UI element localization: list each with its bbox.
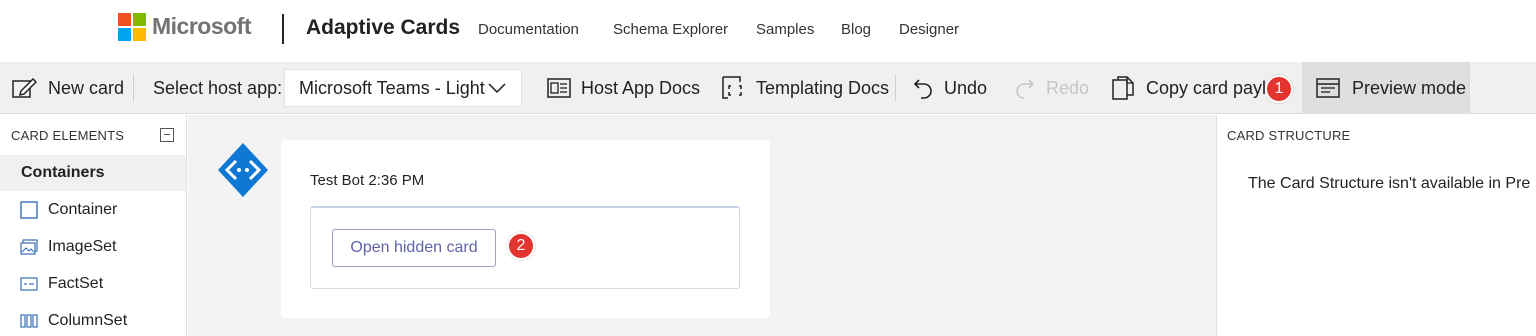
preview-mode-button[interactable]: Preview mode <box>1302 62 1470 114</box>
chevron-down-icon <box>488 83 506 94</box>
template-icon <box>722 76 742 99</box>
nav-link-blog[interactable]: Blog <box>841 21 871 38</box>
nav-link-documentation[interactable]: Documentation <box>478 21 579 38</box>
card-structure-title: CARD STRUCTURE <box>1227 128 1351 143</box>
edit-icon <box>12 77 38 98</box>
element-label: FactSet <box>48 275 104 292</box>
element-label: Container <box>48 201 118 218</box>
host-app-docs-label: Host App Docs <box>581 77 701 98</box>
microsoft-logo-icon[interactable] <box>118 13 146 41</box>
new-card-label: New card <box>48 77 125 98</box>
element-label: ColumnSet <box>48 312 128 329</box>
element-imageset[interactable]: ImageSet <box>0 229 186 265</box>
nav-link-samples[interactable]: Samples <box>756 21 814 38</box>
templating-docs-label: Templating Docs <box>756 77 890 98</box>
step-marker-1: 1 <box>1265 75 1293 103</box>
card-sender: Test Bot 2:36 PM <box>310 172 425 189</box>
site-title[interactable]: Adaptive Cards <box>306 16 460 40</box>
toolbar-separator <box>895 74 896 102</box>
copy-icon <box>1112 76 1134 100</box>
bot-avatar-icon <box>218 143 268 197</box>
host-app-value: Microsoft Teams - Light <box>299 77 485 98</box>
card-structure-message: The Card Structure isn't available in Pr… <box>1248 175 1531 192</box>
host-app-select[interactable]: Microsoft Teams - Light <box>284 69 522 107</box>
preview-mode-label: Preview mode <box>1352 77 1467 98</box>
docs-icon <box>547 78 571 98</box>
redo-label: Redo <box>1046 77 1090 98</box>
step-marker-2: 2 <box>507 232 535 260</box>
card-elements-title: CARD ELEMENTS <box>11 128 125 143</box>
card-structure-panel: CARD STRUCTURE The Card Structure isn't … <box>1216 115 1536 336</box>
copy-card-payload-button[interactable]: Copy card paylo <box>1112 62 1276 114</box>
container-icon <box>20 201 38 219</box>
nav-divider <box>282 14 284 44</box>
open-hidden-card-button[interactable]: Open hidden card <box>332 229 496 267</box>
columnset-icon <box>20 314 38 328</box>
card-elements-panel: CARD ELEMENTS Containers Container Image… <box>0 115 187 336</box>
redo-icon <box>1016 79 1035 99</box>
microsoft-brand[interactable]: Microsoft <box>152 13 252 40</box>
factset-icon <box>20 277 38 291</box>
undo-button[interactable]: Undo <box>912 62 987 114</box>
element-columnset[interactable]: ColumnSet <box>0 303 186 336</box>
undo-label: Undo <box>944 77 988 98</box>
top-nav: Microsoft Adaptive Cards Documentation S… <box>0 0 1536 60</box>
collapse-icon[interactable] <box>160 128 174 142</box>
nav-link-schema-explorer[interactable]: Schema Explorer <box>613 21 728 38</box>
nav-link-designer[interactable]: Designer <box>899 21 959 38</box>
preview-icon <box>1316 78 1340 98</box>
toolbar: New card Select host app: Microsoft Team… <box>0 62 1536 114</box>
redo-button[interactable]: Redo <box>1014 62 1089 114</box>
copy-card-payload-label: Copy card paylo <box>1146 77 1277 98</box>
new-card-button[interactable]: New card <box>12 62 124 114</box>
toolbar-separator <box>133 74 134 102</box>
select-host-label: Select host app: <box>153 77 283 98</box>
element-label: ImageSet <box>48 238 117 255</box>
category-containers[interactable]: Containers <box>0 155 186 191</box>
undo-icon <box>913 79 932 99</box>
element-factset[interactable]: FactSet <box>0 266 186 302</box>
host-app-docs-button[interactable]: Host App Docs <box>547 62 700 114</box>
element-container[interactable]: Container <box>0 192 186 228</box>
templating-docs-button[interactable]: Templating Docs <box>722 62 889 114</box>
imageset-icon <box>20 239 38 255</box>
